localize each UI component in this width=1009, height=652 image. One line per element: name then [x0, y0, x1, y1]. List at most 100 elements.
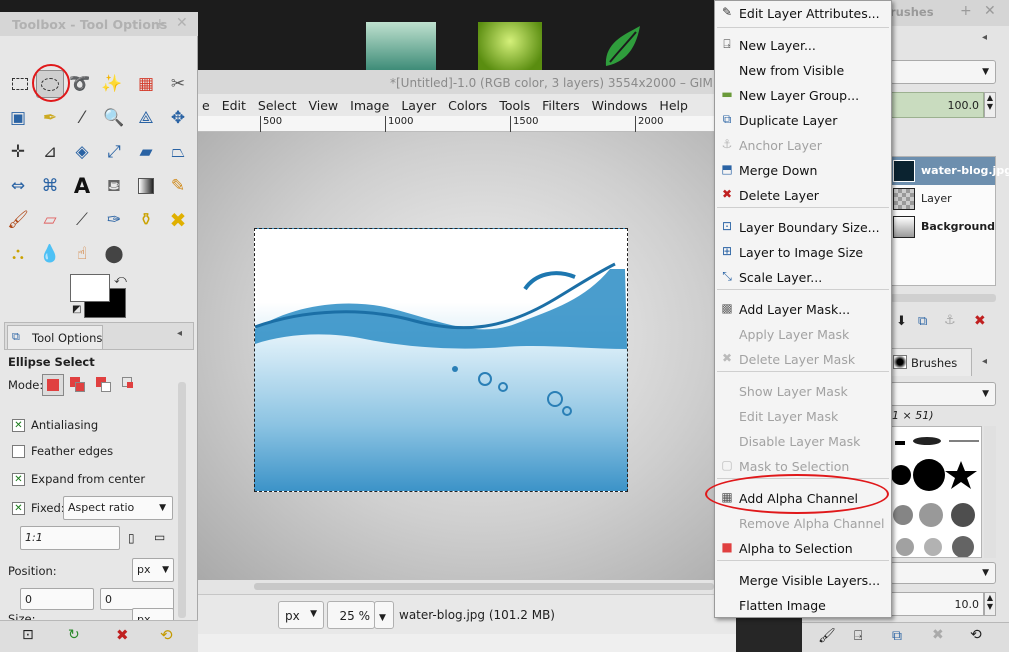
menu-item-merge-visible-layers[interactable]: Merge Visible Layers... [715, 568, 891, 592]
paintbrush-icon[interactable]: 🖌 [4, 206, 32, 234]
thumbnail-leaf[interactable] [478, 22, 542, 70]
brush-grid[interactable] [890, 426, 982, 558]
fixed-checkbox[interactable]: ✕ [12, 502, 25, 515]
save-options-icon[interactable]: ⊡ [22, 627, 34, 643]
cage-transform-icon[interactable]: ⌘ [36, 172, 64, 200]
tab-menu-icon[interactable]: ◂ [982, 356, 987, 367]
menu-item-flatten-image[interactable]: Flatten Image [715, 593, 891, 617]
menu-item-alpha-to-selection[interactable]: ■ Alpha to Selection [715, 536, 891, 560]
bucket-fill-icon[interactable]: ⛾ [100, 172, 128, 200]
zoom-field[interactable]: 25 % [327, 601, 375, 629]
pin-icon[interactable]: + [960, 3, 972, 19]
thumbnail-water[interactable] [366, 22, 436, 70]
brushes-tab[interactable]: Brushes [888, 348, 972, 376]
landscape-icon[interactable]: ▭ [154, 530, 165, 544]
delete-brush-icon[interactable]: ✖ [932, 627, 944, 643]
close-icon[interactable]: ✕ [984, 3, 996, 19]
menu-image[interactable]: Image [344, 94, 395, 116]
brush-scrollbar[interactable] [984, 426, 996, 558]
flip-icon[interactable]: ⇔ [4, 172, 32, 200]
shear-icon[interactable]: ▰ [132, 138, 160, 166]
menu-edit[interactable]: Edit [216, 94, 252, 116]
position-unit-dropdown[interactable]: px ▼ [132, 558, 174, 582]
scissors-icon[interactable]: ✂ [164, 70, 192, 98]
delete-layer-icon[interactable]: ✖ [974, 313, 986, 329]
ratio-field[interactable]: 1:1 [20, 526, 120, 550]
spacing-field[interactable]: 10.0 [890, 592, 984, 616]
rect-select-icon[interactable] [6, 70, 34, 98]
menu-item-new-from-visible[interactable]: New from Visible [715, 58, 891, 82]
refresh-brushes-icon[interactable]: ⟲ [970, 627, 982, 643]
menu-item-duplicate-layer[interactable]: ⧉ Duplicate Layer [715, 108, 891, 132]
menu-item-edit-layer-attributes[interactable]: ✎ Edit Layer Attributes... [715, 1, 891, 25]
expand-checkbox[interactable]: ✕ [12, 473, 25, 486]
edit-brush-icon[interactable]: 🖌 [818, 628, 836, 644]
perspective-clone-icon[interactable]: ⛬ [4, 240, 32, 268]
default-colors-icon[interactable]: ◩ [72, 304, 81, 315]
restore-options-icon[interactable]: ↻ [68, 627, 80, 643]
fuzzy-select-icon[interactable]: ✨ [98, 70, 126, 98]
clone-icon[interactable]: ⚱ [132, 206, 160, 234]
perspective-icon[interactable]: ⏢ [164, 138, 192, 166]
menu-item-add-layer-mask[interactable]: ▩ Add Layer Mask... [715, 297, 891, 321]
measure-icon[interactable]: ⟁ [132, 104, 160, 132]
smudge-icon[interactable]: ☝ [68, 240, 96, 268]
scale-icon[interactable]: ⤢ [100, 138, 128, 166]
airbrush-icon[interactable]: ⟋ [68, 206, 96, 234]
thumbnail-green-logo[interactable] [596, 22, 644, 70]
opacity-spin[interactable]: ▲ ▼ [984, 92, 996, 118]
menu-select[interactable]: Select [252, 94, 303, 116]
position-x-field[interactable]: 0 [20, 588, 94, 610]
eraser-icon[interactable]: ▱ [36, 206, 64, 234]
crop-icon[interactable]: ⊿ [36, 138, 64, 166]
menu-help[interactable]: Help [653, 94, 694, 116]
anchor-icon[interactable]: ⚓ [944, 313, 956, 328]
menu-item-delete-layer[interactable]: ✖ Delete Layer [715, 183, 891, 207]
menu-item-layer-to-image-size[interactable]: ⊞ Layer to Image Size [715, 240, 891, 264]
reset-options-icon[interactable]: ⟲ [160, 626, 173, 644]
swap-colors-icon[interactable]: ⤺ [114, 272, 127, 287]
menu-colors[interactable]: Colors [442, 94, 493, 116]
feather-checkbox[interactable] [12, 445, 25, 458]
layer-row[interactable]: Background [891, 213, 995, 241]
menu-tools[interactable]: Tools [493, 94, 536, 116]
layers-hscroll[interactable] [890, 294, 996, 302]
tool-options-tab[interactable]: ⧉ Tool Options [7, 325, 103, 349]
menu-view[interactable]: View [302, 94, 344, 116]
duplicate-brush-icon[interactable]: ⧉ [892, 628, 902, 644]
new-brush-icon[interactable]: ⍈ [854, 628, 862, 644]
menu-item-scale-layer[interactable]: ⤡ Scale Layer... [715, 265, 891, 289]
gradient-icon[interactable] [132, 172, 160, 200]
mode-subtract-button[interactable] [96, 377, 112, 393]
ink-icon[interactable]: ✑ [100, 206, 128, 234]
position-y-field[interactable]: 0 [100, 588, 174, 610]
horizontal-scrollbar[interactable] [196, 580, 736, 594]
zoom-dropdown[interactable]: ▼ [374, 601, 394, 629]
text-tool-icon[interactable]: A [68, 172, 96, 200]
layer-row-selected[interactable]: water-blog.jpg [891, 157, 1009, 185]
brush-tag-dropdown[interactable]: ▼ [890, 562, 996, 584]
fixed-dropdown[interactable]: Aspect ratio ▼ [63, 496, 173, 520]
close-icon[interactable]: ✕ [176, 15, 188, 31]
select-by-color-icon[interactable]: ▦ [132, 70, 160, 98]
antialiasing-checkbox[interactable]: ✕ [12, 419, 25, 432]
zoom-icon[interactable]: 🔍 [100, 104, 128, 132]
lasso-icon[interactable]: ➰ [66, 70, 94, 98]
paths-icon[interactable]: ✒ [36, 104, 64, 132]
menu-layer[interactable]: Layer [395, 94, 442, 116]
unit-combo[interactable]: px ▼ [278, 601, 324, 629]
menu-item-new-layer-group[interactable]: ▬ New Layer Group... [715, 83, 891, 107]
layer-row[interactable]: Layer [891, 185, 995, 213]
rotate-icon[interactable]: ◈ [68, 138, 96, 166]
align-icon[interactable]: ✛ [4, 138, 32, 166]
menu-windows[interactable]: Windows [586, 94, 654, 116]
layer-mode-dropdown[interactable]: ▼ [890, 60, 996, 84]
menu-item-new-layer[interactable]: ⍈ New Layer... [715, 33, 891, 57]
image-canvas[interactable] [254, 228, 628, 492]
layers-list[interactable]: water-blog.jpg Layer Background [890, 156, 1009, 286]
tab-menu-icon[interactable]: ◂ [982, 32, 987, 43]
move-icon[interactable]: ✥ [164, 104, 192, 132]
duplicate-layer-icon[interactable]: ⧉ [918, 314, 927, 329]
canvas-area[interactable] [196, 132, 716, 580]
mode-replace-button[interactable] [42, 374, 64, 396]
